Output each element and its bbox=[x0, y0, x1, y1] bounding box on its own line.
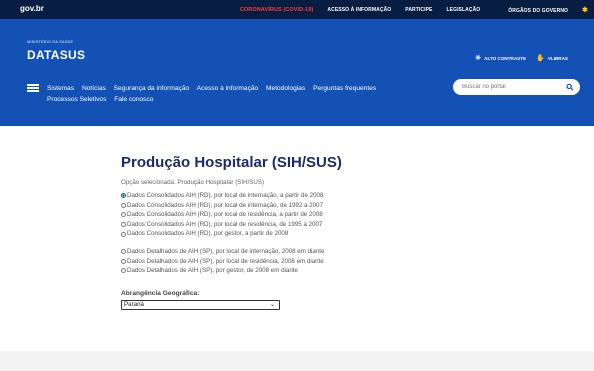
radio-option[interactable]: Dados Detalhados de AIH (SP), por local … bbox=[121, 257, 451, 267]
participe-link[interactable]: PARTICIPE bbox=[405, 7, 432, 13]
radio-button[interactable] bbox=[121, 202, 126, 208]
nav-processos-seletivos[interactable]: Processos Seletivos bbox=[47, 96, 106, 103]
covid-link[interactable]: CORONAVÍRUS (COVID-19) bbox=[240, 7, 314, 13]
abrangencia-select[interactable]: Paraná ⌄ bbox=[121, 299, 280, 310]
radio-option[interactable]: Dados Consolidados AIH (RD), por local d… bbox=[121, 210, 451, 220]
main-nav: Sistemas Notícias Segurança da informaçã… bbox=[47, 83, 427, 105]
selected-option-text: Opção selecionada: Produção Hospitalar (… bbox=[121, 179, 265, 186]
nav-perguntas[interactable]: Perguntas frequentes bbox=[313, 85, 376, 92]
nav-seguranca[interactable]: Segurança da informação bbox=[114, 85, 190, 92]
radio-option[interactable]: Dados Detalhados de AIH (SP), por gestor… bbox=[121, 266, 451, 276]
legislacao-link[interactable]: LEGISLAÇÃO bbox=[446, 7, 480, 13]
radio-button[interactable] bbox=[121, 193, 126, 199]
radio-option[interactable]: Dados Consolidados AIH (RD), por local d… bbox=[121, 201, 451, 211]
radio-option[interactable]: Dados Consolidados AIH (RD), por gestor,… bbox=[121, 229, 451, 239]
radio-option[interactable]: Dados Consolidados AIH (RD), por local d… bbox=[121, 220, 451, 230]
nav-metodologias[interactable]: Metodologias bbox=[266, 85, 305, 92]
high-contrast-button[interactable]: ☀ ALTO CONTRASTE bbox=[475, 54, 526, 62]
orgaos-governo-link[interactable]: ÓRGÃOS DO GOVERNO ✱ bbox=[494, 6, 588, 14]
chevron-down-icon: ⌄ bbox=[269, 301, 275, 308]
datasus-logo[interactable]: DATASUS bbox=[27, 48, 85, 62]
page-title: Produção Hospitalar (SIH/SUS) bbox=[121, 154, 342, 171]
radio-button[interactable] bbox=[121, 212, 126, 218]
search-icon[interactable]: ⚲ bbox=[564, 81, 576, 93]
search-box: ⚲ bbox=[453, 79, 580, 95]
vlibras-button[interactable]: ✋ VLIBRAS bbox=[536, 54, 568, 62]
gov-top-bar: gov.br CORONAVÍRUS (COVID-19) ACESSO À I… bbox=[0, 0, 594, 19]
nav-sistemas[interactable]: Sistemas bbox=[47, 85, 74, 92]
header-tools: ☀ ALTO CONTRASTE ✋ VLIBRAS bbox=[465, 54, 568, 62]
gov-star-icon: ✱ bbox=[582, 6, 588, 14]
radio-button[interactable] bbox=[121, 268, 126, 274]
radio-button[interactable] bbox=[121, 249, 126, 255]
abrangencia-value: Paraná bbox=[124, 301, 144, 309]
radio-button[interactable] bbox=[121, 258, 126, 264]
contrast-icon: ☀ bbox=[474, 55, 482, 62]
abrangencia-label: Abrangência Geográfica: bbox=[121, 289, 200, 297]
gov-links: CORONAVÍRUS (COVID-19) ACESSO À INFORMAÇ… bbox=[226, 0, 588, 19]
nav-acesso-informacao[interactable]: Acesso à informação bbox=[197, 85, 259, 92]
ministry-label: MINISTÉRIO DA SAÚDE bbox=[27, 40, 74, 44]
radio-button[interactable] bbox=[121, 222, 126, 228]
site-header: MINISTÉRIO DA SAÚDE DATASUS ☀ ALTO CONTR… bbox=[0, 19, 594, 126]
hand-icon: ✋ bbox=[536, 55, 545, 62]
vlibras-label: VLIBRAS bbox=[547, 55, 568, 61]
menu-hamburger-icon[interactable] bbox=[27, 84, 39, 92]
radio-option[interactable]: Dados Detalhados de AIH (SP), por local … bbox=[121, 247, 451, 257]
nav-noticias[interactable]: Notícias bbox=[82, 85, 106, 92]
high-contrast-label: ALTO CONTRASTE bbox=[484, 55, 527, 61]
gov-logo[interactable]: gov.br bbox=[20, 4, 44, 13]
acesso-informacao-link[interactable]: ACESSO À INFORMAÇÃO bbox=[327, 7, 391, 13]
search-input[interactable] bbox=[462, 84, 562, 90]
nav-fale-conosco[interactable]: Fale conosco bbox=[114, 96, 153, 103]
radio-button[interactable] bbox=[121, 231, 126, 237]
main-content: Produção Hospitalar (SIH/SUS) Opção sele… bbox=[0, 126, 594, 351]
radio-option[interactable]: Dados Consolidados AIH (RD), por local d… bbox=[121, 191, 451, 201]
form-area: Produção Hospitalar (SIH/SUS) Opção sele… bbox=[121, 154, 451, 310]
